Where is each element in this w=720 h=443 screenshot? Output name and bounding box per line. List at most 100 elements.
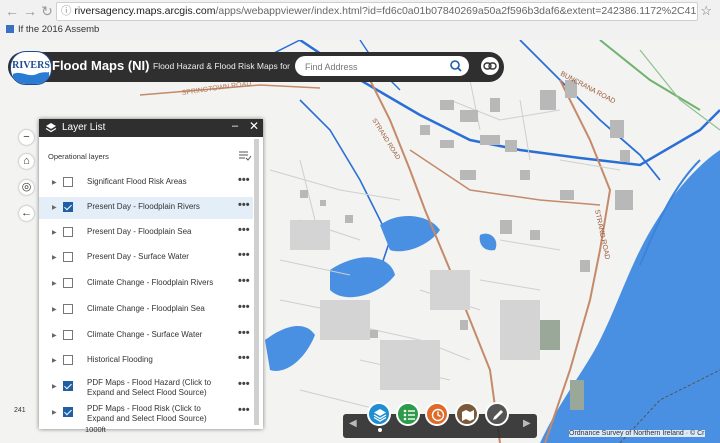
share-link-button[interactable] — [481, 57, 499, 75]
rivers-agency-logo: RIVERS — [10, 51, 52, 85]
more-options-button[interactable]: ••• — [238, 404, 250, 416]
layer-checkbox[interactable] — [63, 355, 73, 365]
layer-label: Climate Change - Floodplain Sea — [87, 304, 205, 313]
info-icon[interactable]: ⓘ — [61, 5, 72, 17]
layer-checkbox[interactable] — [63, 407, 73, 417]
browser-chrome: ← → ↻ ⓘ riversagency.maps.arcgis.com/app… — [0, 0, 720, 41]
more-options-button[interactable]: ••• — [238, 275, 250, 287]
layers-icon — [373, 409, 387, 422]
search-icon — [450, 60, 462, 72]
expand-caret-icon[interactable]: ▶ — [52, 383, 57, 390]
expand-caret-icon[interactable]: ▶ — [52, 204, 57, 211]
layer-list-header: Layer List – ✕ — [39, 119, 263, 137]
back-icon[interactable]: ← — [4, 3, 20, 19]
layer-label: Climate Change - Floodplain Rivers — [87, 278, 214, 287]
more-options-button[interactable]: ••• — [238, 378, 250, 390]
toolbar-page-indicator — [378, 428, 382, 432]
layer-checkbox[interactable] — [63, 202, 73, 212]
url-path: /apps/webappviewer/index.html?id=fd6c0a0… — [215, 5, 697, 17]
expand-caret-icon[interactable]: ▶ — [52, 179, 57, 186]
layer-label: PDF Maps - Flood Risk (Click to Expand a… — [87, 404, 207, 423]
minimize-button[interactable]: – — [232, 120, 238, 132]
locate-button[interactable]: ◎ — [19, 180, 34, 195]
history-widget-button[interactable] — [425, 402, 449, 426]
expand-caret-icon[interactable]: ▶ — [52, 357, 57, 364]
more-options-button[interactable]: ••• — [238, 224, 250, 236]
app-subtitle: Flood Hazard & Flood Risk Maps for NI — [153, 61, 293, 71]
toolbar-prev-icon[interactable]: ◀ — [349, 418, 357, 429]
url-host: riversagency.maps.arcgis.com — [74, 5, 216, 17]
layer-row[interactable]: ▶ Climate Change - Floodplain Sea ••• — [39, 299, 253, 321]
logo-text: RIVERS — [12, 60, 50, 71]
scale-bar-label: 1000ft — [85, 425, 106, 434]
layer-checkbox[interactable] — [63, 304, 73, 314]
search-box — [295, 56, 469, 76]
forward-icon[interactable]: → — [22, 3, 38, 19]
pencil-icon — [493, 410, 503, 420]
expand-caret-icon[interactable]: ▶ — [52, 229, 57, 236]
search-button[interactable] — [447, 57, 465, 75]
bookmark-item[interactable]: If the 2016 Assemb — [6, 24, 99, 35]
more-options-button[interactable]: ••• — [238, 174, 250, 186]
layer-checkbox[interactable] — [63, 381, 73, 391]
more-options-button[interactable]: ••• — [238, 249, 250, 261]
close-button[interactable]: ✕ — [249, 119, 259, 133]
layer-row[interactable]: ▶ Climate Change - Surface Water ••• — [39, 325, 253, 347]
more-options-button[interactable]: ••• — [238, 352, 250, 364]
bookmark-label: If the 2016 Assemb — [18, 24, 100, 35]
layer-checkbox[interactable] — [63, 252, 73, 262]
layer-row[interactable]: ▶ Present Day - Surface Water ••• — [39, 247, 253, 269]
legend-list-icon — [403, 409, 415, 421]
reload-icon[interactable]: ↻ — [39, 3, 55, 20]
more-options-button[interactable]: ••• — [238, 301, 250, 313]
layer-label: Present Day - Floodplain Rivers — [87, 202, 200, 211]
layer-row[interactable]: ▶ Present Day - Floodplain Rivers ••• — [39, 197, 253, 219]
app-title: Flood Maps (NI) — [52, 58, 150, 73]
back-extent-button[interactable]: ← — [19, 206, 34, 221]
layer-checkbox[interactable] — [63, 278, 73, 288]
layer-checkbox[interactable] — [63, 330, 73, 340]
expand-caret-icon[interactable]: ▶ — [52, 280, 57, 287]
layer-row[interactable]: ▶ Present Day - Floodplain Sea ••• — [39, 222, 253, 244]
map-attribution: Ordnance Survey of Northern Ireland · © … — [569, 430, 705, 437]
layer-checkbox[interactable] — [63, 177, 73, 187]
expand-caret-icon[interactable]: ▶ — [52, 332, 57, 339]
legend-widget-button[interactable] — [396, 402, 420, 426]
operational-layers-label: Operational layers — [48, 152, 109, 161]
link-icon — [483, 62, 497, 70]
layer-label: PDF Maps - Flood Hazard (Click to Expand… — [87, 378, 212, 397]
road-label-strand-2: STRAND ROAD — [593, 209, 610, 260]
layer-options-icon[interactable] — [238, 149, 252, 161]
expand-caret-icon[interactable]: ▶ — [52, 254, 57, 261]
more-options-button[interactable]: ••• — [238, 199, 250, 211]
panel-scrollbar[interactable] — [254, 139, 259, 425]
clock-icon — [431, 408, 445, 422]
layer-label: Historical Flooding — [87, 355, 153, 364]
map-icon — [462, 410, 474, 421]
layer-label: Present Day - Surface Water — [87, 252, 189, 261]
draw-widget-button[interactable] — [485, 402, 509, 426]
basemap-widget-button[interactable] — [455, 402, 479, 426]
expand-caret-icon[interactable]: ▶ — [52, 306, 57, 313]
layer-label: Climate Change - Surface Water — [87, 330, 203, 339]
layer-row[interactable]: ▶ Climate Change - Floodplain Rivers ••• — [39, 273, 253, 295]
layer-row[interactable]: ▶ Significant Flood Risk Areas ••• — [39, 172, 253, 194]
layer-label: Significant Flood Risk Areas — [87, 177, 187, 186]
zoom-out-button[interactable]: − — [19, 130, 34, 145]
home-button[interactable]: ⌂ — [19, 154, 34, 169]
layer-row[interactable]: ▶ PDF Maps - Flood Hazard (Click to Expa… — [39, 376, 253, 400]
bookmark-star-icon[interactable]: ☆ — [700, 3, 712, 19]
address-bar[interactable]: ⓘ riversagency.maps.arcgis.com/apps/weba… — [56, 2, 698, 21]
scale-readout: 241 — [14, 407, 26, 414]
expand-caret-icon[interactable]: ▶ — [52, 409, 57, 416]
road-label-springtown: SPRINGTOWN ROAD — [181, 80, 252, 97]
more-options-button[interactable]: ••• — [238, 327, 250, 339]
layer-checkbox[interactable] — [63, 227, 73, 237]
toolbar-next-icon[interactable]: ▶ — [523, 418, 531, 429]
layer-list-panel: Layer List – ✕ Operational layers ▶ Sign… — [39, 119, 263, 429]
layer-row[interactable]: ▶ Historical Flooding ••• — [39, 350, 253, 372]
layer-row[interactable]: ▶ PDF Maps - Flood Risk (Click to Expand… — [39, 402, 253, 426]
layer-list-widget-button[interactable] — [367, 402, 391, 426]
address-search-input[interactable] — [303, 58, 447, 76]
layer-label: Present Day - Floodplain Sea — [87, 227, 192, 236]
